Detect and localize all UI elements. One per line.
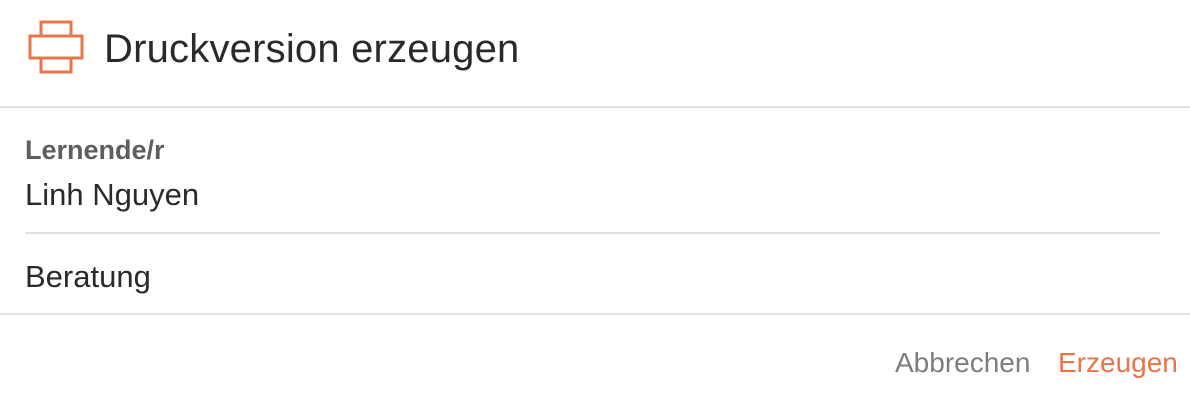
- divider: [25, 232, 1160, 234]
- dialog-title: Druckversion erzeugen: [104, 27, 520, 71]
- dialog-body: Lernende/r Linh Nguyen Beratung: [0, 108, 1190, 315]
- create-button[interactable]: Erzeugen: [1058, 345, 1178, 381]
- topic-text: Beratung: [25, 259, 151, 294]
- dialog-header: Druckversion erzeugen: [0, 0, 1190, 108]
- cancel-button[interactable]: Abbrechen: [895, 345, 1030, 381]
- printer-icon: [28, 20, 84, 74]
- dialog-footer: Abbrechen Erzeugen: [0, 315, 1190, 404]
- student-name: Linh Nguyen: [25, 177, 200, 212]
- student-label: Lernende/r: [25, 135, 165, 165]
- print-dialog: Druckversion erzeugen Lernende/r Linh Ng…: [0, 0, 1190, 404]
